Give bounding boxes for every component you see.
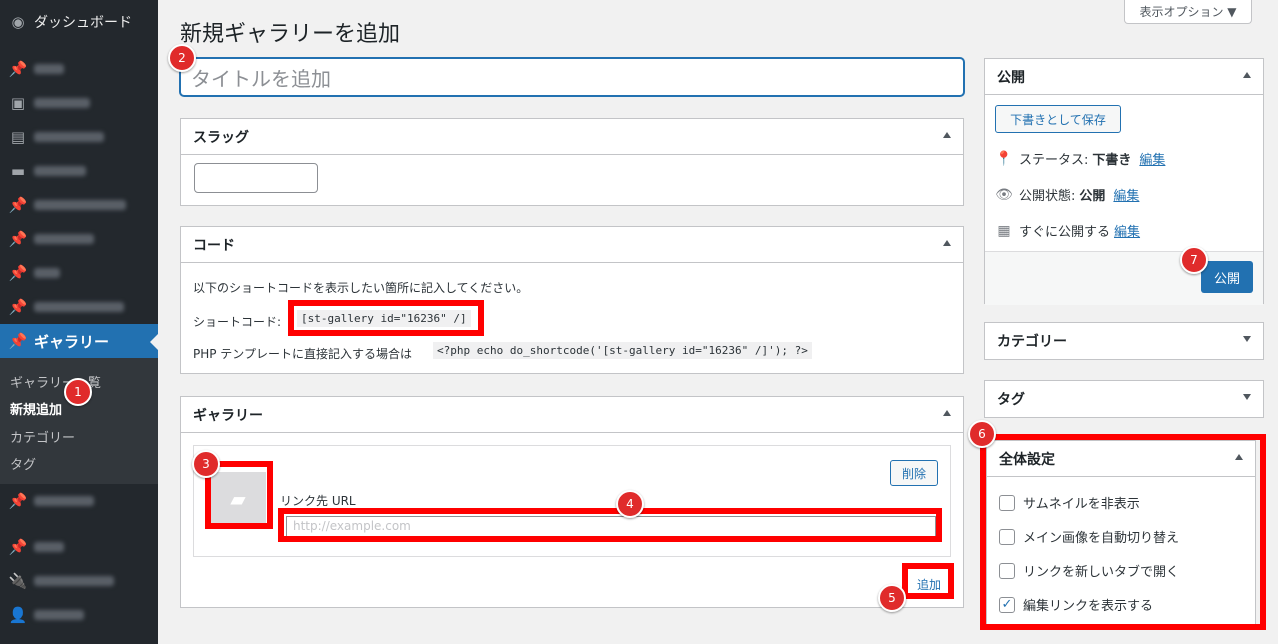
menu-gallery[interactable]: 📌 ギャラリー bbox=[0, 324, 158, 358]
menu-item-blurred-3[interactable]: ▤ bbox=[0, 120, 158, 154]
submenu-tag[interactable]: タグ bbox=[10, 454, 36, 473]
add-button-highlight bbox=[902, 563, 954, 599]
comment-icon: ▬ bbox=[10, 162, 26, 180]
tag-box-header[interactable]: タグ bbox=[985, 381, 1263, 417]
link-url-label: リンク先 URL bbox=[280, 494, 356, 508]
edit-schedule-link[interactable]: 編集 bbox=[1114, 221, 1140, 240]
status-value: 下書き bbox=[1092, 153, 1132, 168]
delete-button[interactable]: 削除 bbox=[890, 460, 938, 486]
pin-icon: 📌 bbox=[8, 264, 28, 282]
plugin-icon: 🔌 bbox=[8, 572, 28, 590]
edit-visibility-link[interactable]: 編集 bbox=[1113, 185, 1139, 204]
slug-box: スラッグ bbox=[180, 118, 964, 206]
pin-icon: 📌 bbox=[8, 332, 28, 350]
pin-icon: 📌 bbox=[8, 538, 28, 556]
pin-icon: 📌 bbox=[8, 492, 28, 510]
submenu-category[interactable]: カテゴリー bbox=[10, 427, 75, 446]
category-box-header[interactable]: カテゴリー bbox=[985, 323, 1263, 359]
code-box-title: コード bbox=[193, 237, 235, 254]
page-title: 新規ギャラリーを追加 bbox=[180, 22, 401, 47]
edit-status-link[interactable]: 編集 bbox=[1139, 149, 1165, 168]
pages-icon: ▤ bbox=[10, 128, 26, 146]
badge-1: 1 bbox=[64, 378, 92, 406]
gallery-box: ギャラリー ▰ 削除 リンク先 URL http://example.com 追… bbox=[180, 396, 964, 608]
menu-item-blurred-11[interactable]: 🔌 bbox=[0, 564, 158, 598]
category-box: カテゴリー bbox=[984, 322, 1264, 360]
badge-3: 3 bbox=[192, 450, 220, 478]
menu-item-blurred-9[interactable]: 📌 bbox=[0, 484, 158, 518]
menu-item-blurred-1[interactable]: 📌 bbox=[0, 52, 158, 86]
screen-options-button[interactable]: 表示オプション ▼ bbox=[1124, 0, 1252, 24]
toggle-arrow-icon[interactable] bbox=[943, 410, 951, 416]
dashboard-icon: ◉ bbox=[11, 13, 25, 31]
toggle-arrow-icon[interactable] bbox=[1243, 72, 1251, 78]
publish-box-header[interactable]: 公開 bbox=[985, 59, 1263, 95]
menu-item-blurred-5[interactable]: 📌 bbox=[0, 188, 158, 222]
badge-6: 6 bbox=[968, 420, 996, 448]
slug-box-header[interactable]: スラッグ bbox=[181, 119, 963, 155]
category-box-title: カテゴリー bbox=[997, 334, 1067, 350]
pin-icon: 📌 bbox=[8, 196, 28, 214]
pin-icon: 📍 bbox=[995, 150, 1013, 167]
tag-box: タグ bbox=[984, 380, 1264, 418]
submenu-add-new[interactable]: 新規追加 bbox=[10, 399, 62, 418]
tag-box-title: タグ bbox=[997, 392, 1025, 408]
menu-item-blurred-2[interactable]: ▣ bbox=[0, 86, 158, 120]
publish-box: 公開 下書きとして保存 📍 ステータス: 下書き 編集 👁 公開状態: 公開 編集 ▦ すぐに… bbox=[984, 58, 1264, 305]
badge-2: 2 bbox=[168, 44, 196, 72]
menu-item-blurred-8[interactable]: 📌 bbox=[0, 290, 158, 324]
shortcode-highlight bbox=[288, 300, 484, 336]
toggle-arrow-icon[interactable] bbox=[943, 132, 951, 138]
publish-button[interactable]: 公開 bbox=[1201, 261, 1253, 293]
php-code-value[interactable]: <?php echo do_shortcode('[st-gallery id=… bbox=[433, 342, 812, 359]
pin-icon: 📌 bbox=[8, 60, 28, 78]
menu-gallery-label: ギャラリー bbox=[34, 332, 110, 351]
active-arrow bbox=[150, 334, 158, 350]
settings-highlight bbox=[980, 434, 1266, 630]
toggle-arrow-icon[interactable] bbox=[943, 240, 951, 246]
pin-icon: 📌 bbox=[8, 298, 28, 316]
schedule-label: すぐに公開する bbox=[1019, 225, 1111, 240]
menu-item-blurred-7[interactable]: 📌 bbox=[0, 256, 158, 290]
media-icon: ▣ bbox=[10, 94, 26, 112]
gallery-box-header[interactable]: ギャラリー bbox=[181, 397, 963, 433]
menu-item-blurred-10[interactable]: 📌 bbox=[0, 530, 158, 564]
badge-7: 7 bbox=[1180, 246, 1208, 274]
admin-sidebar: ◉ ダッシュボード 📌 ▣ ▤ ▬ 📌 📌 📌 📌 📌 ギャラリー ギャラリー一… bbox=[0, 0, 158, 644]
code-instruction: 以下のショートコードを表示したい箇所に記入してください。 bbox=[193, 281, 529, 295]
calendar-icon: ▦ bbox=[997, 222, 1011, 239]
toggle-arrow-icon[interactable] bbox=[1243, 394, 1251, 400]
visibility-row: 👁 公開状態: 公開 編集 bbox=[995, 185, 1139, 205]
visibility-label: 公開状態: bbox=[1019, 189, 1076, 204]
menu-dashboard[interactable]: ◉ ダッシュボード bbox=[0, 5, 158, 39]
badge-5: 5 bbox=[878, 584, 906, 612]
gallery-box-title: ギャラリー bbox=[193, 407, 263, 424]
eye-icon: 👁 bbox=[995, 186, 1013, 203]
schedule-row: ▦ すぐに公開する 編集 bbox=[995, 221, 1140, 241]
gallery-submenu: ギャラリー一覧 新規追加 カテゴリー タグ bbox=[0, 358, 158, 484]
save-draft-button[interactable]: 下書きとして保存 bbox=[995, 105, 1121, 133]
toggle-arrow-icon[interactable] bbox=[1243, 336, 1251, 342]
php-label: PHP テンプレートに直接記入する場合は bbox=[193, 347, 412, 361]
menu-item-blurred-12[interactable]: 👤 bbox=[0, 598, 158, 632]
shortcode-label: ショートコード: bbox=[193, 315, 282, 329]
pin-icon: 📌 bbox=[8, 230, 28, 248]
menu-item-blurred-4[interactable]: ▬ bbox=[0, 154, 158, 188]
user-icon: 👤 bbox=[8, 606, 28, 624]
title-input[interactable]: タイトルを追加 bbox=[180, 58, 964, 96]
publish-box-title: 公開 bbox=[997, 69, 1025, 86]
slug-input[interactable] bbox=[194, 163, 318, 193]
slug-box-title: スラッグ bbox=[193, 129, 249, 146]
url-highlight bbox=[278, 508, 942, 542]
status-row: 📍 ステータス: 下書き 編集 bbox=[995, 149, 1165, 169]
menu-item-blurred-6[interactable]: 📌 bbox=[0, 222, 158, 256]
visibility-value: 公開 bbox=[1079, 189, 1106, 204]
status-label: ステータス: bbox=[1019, 153, 1089, 168]
code-box-header[interactable]: コード bbox=[181, 227, 963, 263]
badge-4: 4 bbox=[616, 490, 644, 518]
menu-dashboard-label: ダッシュボード bbox=[34, 15, 132, 31]
